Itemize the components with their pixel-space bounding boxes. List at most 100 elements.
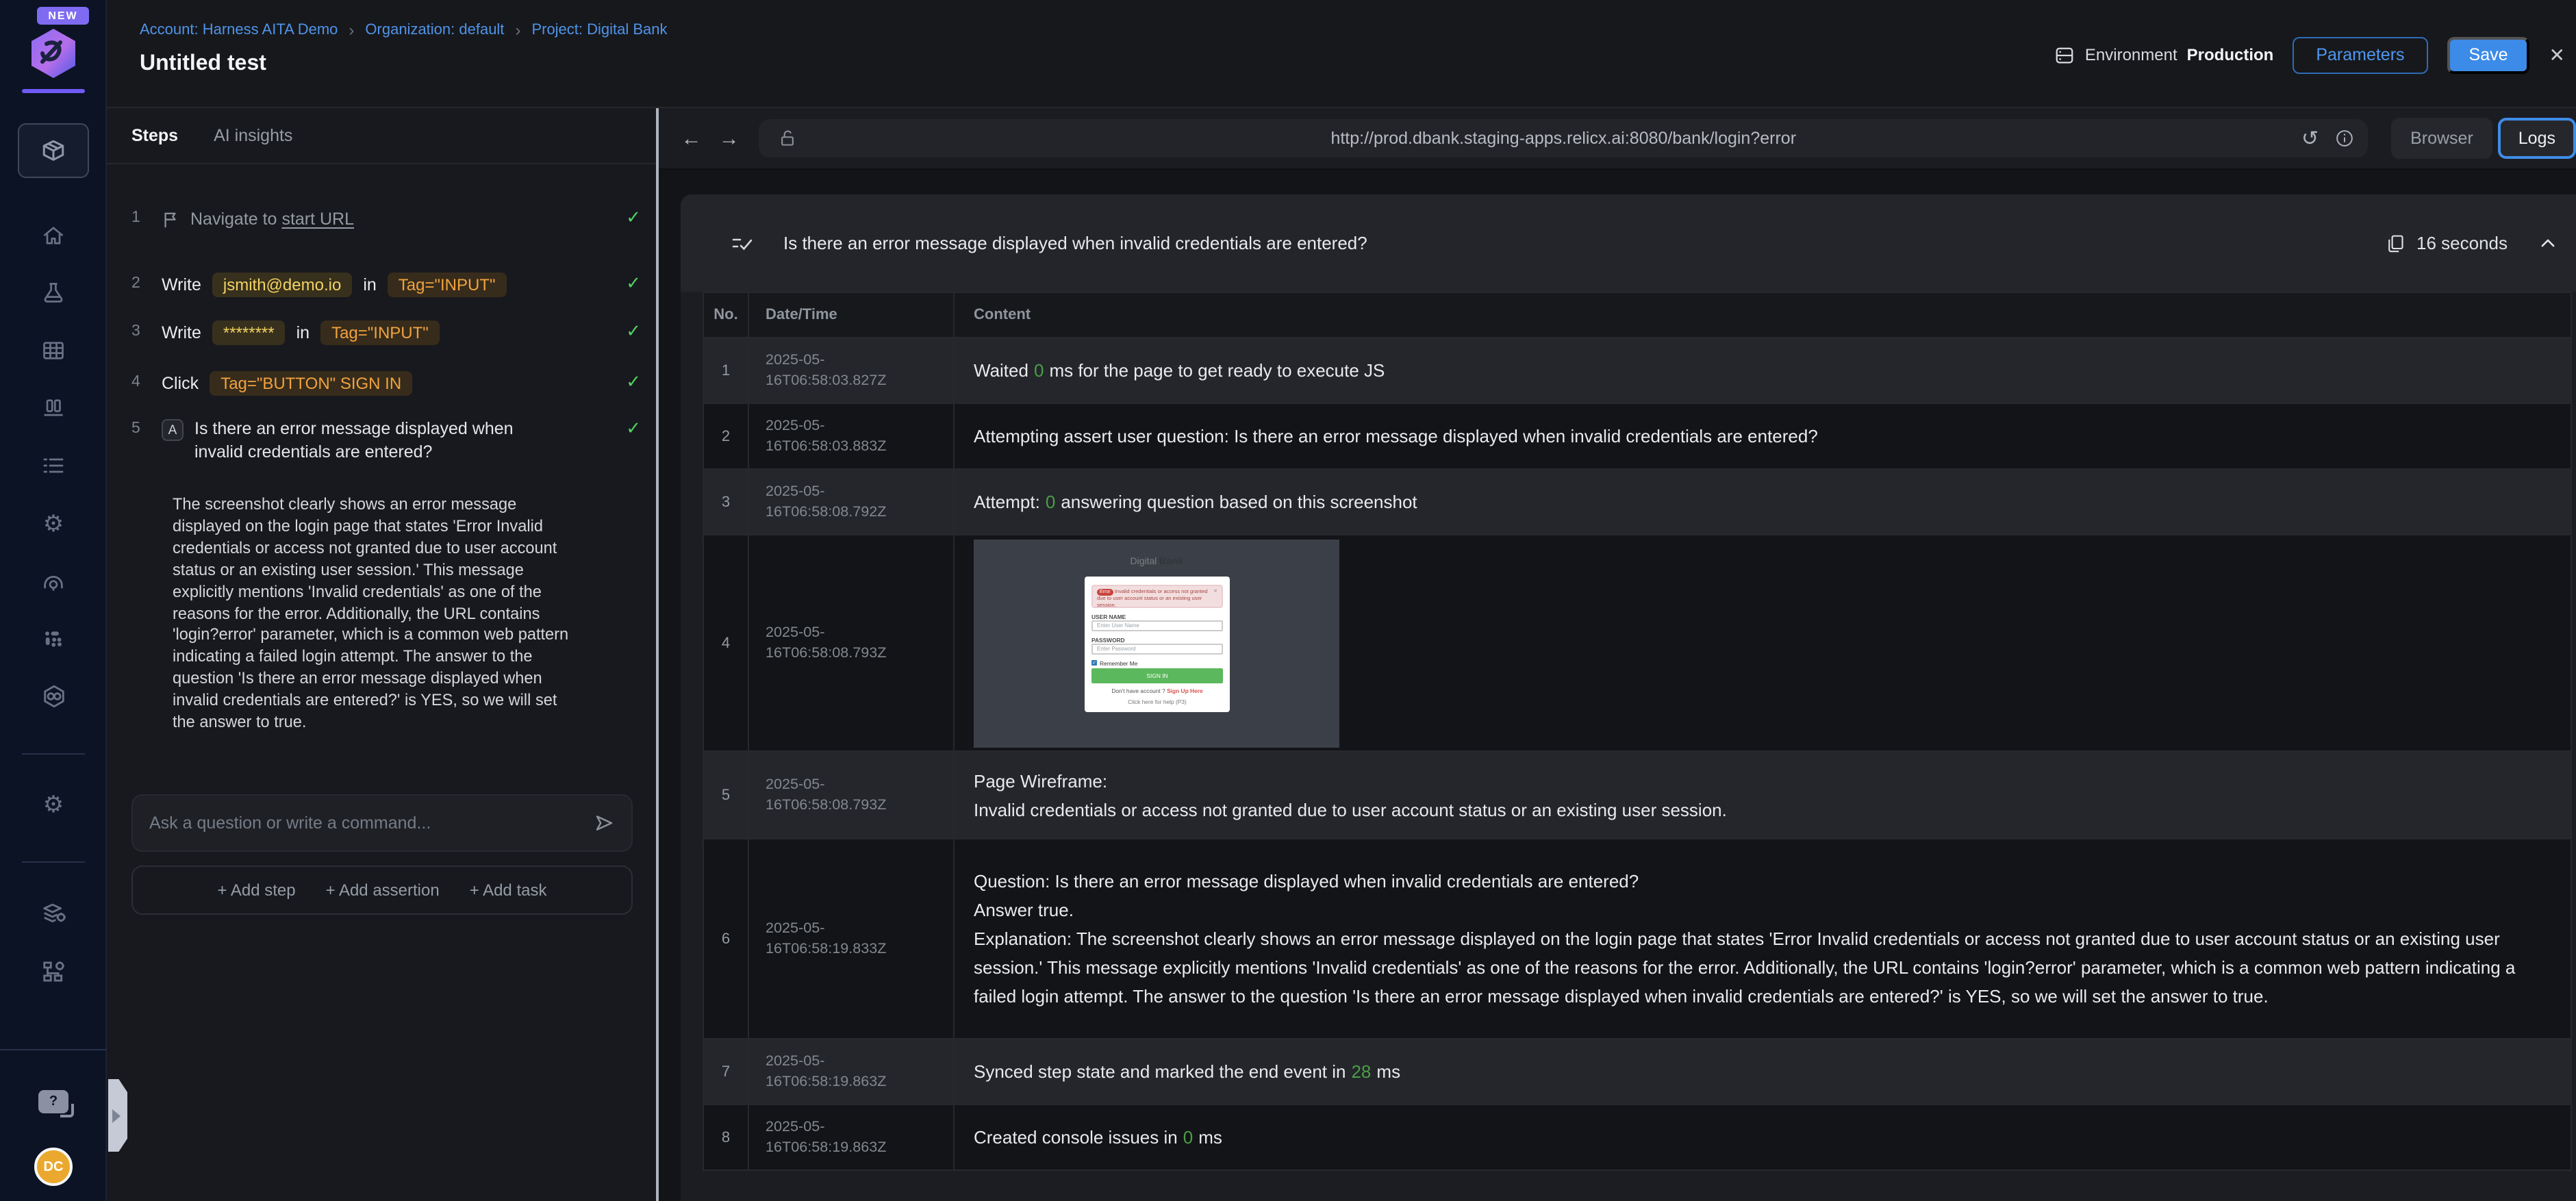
log-row-6[interactable]: 6 2025-05- 16T06:58:19.833Z Question: Is … xyxy=(704,839,2571,1039)
col-header-no: No. xyxy=(704,293,749,337)
mini-username-input: Enter User Name xyxy=(1091,620,1223,631)
add-task-button[interactable]: + Add task xyxy=(470,881,547,900)
flask-icon xyxy=(41,281,66,305)
row-no: 6 xyxy=(704,839,749,1038)
log-row-8[interactable]: 8 2025-05- 16T06:58:19.863Z Created conso… xyxy=(704,1105,2571,1171)
add-actions-row: + Add step + Add assertion + Add task xyxy=(131,865,633,915)
step-connector: in xyxy=(363,275,377,294)
breadcrumb-account[interactable]: Account: Harness AITA Demo xyxy=(140,22,338,38)
step-number: 1 xyxy=(131,210,140,226)
environment-selector[interactable]: Environment Production xyxy=(2055,45,2273,65)
close-icon[interactable]: ✕ xyxy=(2549,43,2565,66)
send-icon[interactable] xyxy=(593,812,615,834)
assertion-question: Is there an error message displayed when… xyxy=(194,419,514,462)
parameters-button[interactable]: Parameters xyxy=(2293,36,2428,73)
logs-panel: Is there an error message displayed when… xyxy=(681,194,2576,1201)
tab-ai-insights[interactable]: AI insights xyxy=(214,126,292,145)
flag-icon xyxy=(162,207,179,229)
save-button[interactable]: Save xyxy=(2447,36,2530,73)
url-bar[interactable]: http://prod.dbank.staging-apps.relicx.ai… xyxy=(759,119,2369,157)
sidebar-item-grid[interactable] xyxy=(0,330,107,371)
step-number: 4 xyxy=(131,374,140,390)
list-icon xyxy=(41,453,66,478)
sidebar-item-library[interactable] xyxy=(0,388,107,429)
sidebar-item-help-chat[interactable]: ? xyxy=(0,1080,107,1122)
sidebar-item-list[interactable] xyxy=(0,445,107,486)
col-header-datetime: Date/Time xyxy=(749,293,955,337)
assert-list-check-icon xyxy=(731,232,753,254)
breadcrumb-project[interactable]: Project: Digital Bank xyxy=(531,22,667,38)
log-row-1[interactable]: 1 2025-05- 16T06:58:03.827Z Waited 0 ms for… xyxy=(704,338,2571,404)
sidebar-item-home[interactable] xyxy=(0,215,107,256)
mini-help-text: Click here for help (P3) xyxy=(1128,698,1187,705)
mini-signup-text: Don't have account ? Sign Up Here xyxy=(1111,687,1203,694)
panel-expand-handle[interactable] xyxy=(108,1079,127,1152)
step-value-chip[interactable]: ******** xyxy=(212,320,286,345)
tab-browser-view[interactable]: Browser xyxy=(2391,118,2492,159)
log-row-2[interactable]: 2 2025-05- 16T06:58:03.883Z Attempting as… xyxy=(704,404,2571,470)
step-row-3[interactable]: 3 Write ******** in Tag="INPUT" ✓ xyxy=(131,320,641,345)
forward-icon[interactable]: → xyxy=(710,127,748,150)
log-row-5[interactable]: 5 2025-05- 16T06:58:08.793Z Page Wirefram… xyxy=(704,752,2571,839)
value-highlight: 0 xyxy=(1045,492,1056,512)
harness-logo-icon[interactable] xyxy=(26,26,81,81)
screenshot-thumbnail[interactable]: Digital Bank Error Invalid credentials o… xyxy=(974,539,1339,747)
tab-logs-view[interactable]: Logs xyxy=(2497,118,2576,159)
chevron-up-icon[interactable] xyxy=(2539,234,2557,252)
log-question-text: Is there an error message displayed when… xyxy=(783,233,1367,253)
log-row-7[interactable]: 7 2025-05- 16T06:58:19.863Z Synced step s… xyxy=(704,1039,2571,1105)
expand-arrow-icon xyxy=(112,1109,121,1122)
step-row-5[interactable]: 5 A Is there an error message displayed … xyxy=(131,418,641,464)
tab-steps[interactable]: Steps xyxy=(131,126,178,145)
row-datetime: 2025-05- 16T06:58:19.833Z xyxy=(749,839,955,1038)
sidebar-divider-accent xyxy=(22,89,85,93)
step-target-chip[interactable]: Tag="INPUT" xyxy=(320,320,440,345)
row-datetime: 2025-05- 16T06:58:08.793Z xyxy=(749,535,955,750)
mini-error-badge: Error xyxy=(1097,588,1113,595)
sidebar-item-pipelines[interactable] xyxy=(0,618,107,659)
top-header: Account: Harness AITA Demo › Organizatio… xyxy=(107,0,2576,108)
info-icon[interactable] xyxy=(2335,129,2354,148)
add-step-button[interactable]: + Add step xyxy=(218,881,296,900)
command-input[interactable] xyxy=(149,813,593,833)
sidebar-item-account-settings[interactable]: ⚙ xyxy=(0,783,107,824)
log-row-4[interactable]: 4 2025-05- 16T06:58:08.793Z Digital Bank … xyxy=(704,535,2571,752)
start-url-link[interactable]: start URL xyxy=(281,210,354,229)
cube-icon xyxy=(40,137,67,164)
row-no: 1 xyxy=(704,338,749,403)
back-icon[interactable]: ← xyxy=(672,127,710,150)
reload-icon[interactable]: ↺ xyxy=(2301,126,2319,151)
url-text[interactable]: http://prod.dbank.staging-apps.relicx.ai… xyxy=(1330,129,1796,148)
mini-close-icon: × xyxy=(1213,587,1217,595)
sidebar-item-org-settings[interactable] xyxy=(0,950,107,991)
breadcrumb-organization[interactable]: Organization: default xyxy=(365,22,504,38)
row-datetime: 2025-05- 16T06:58:03.827Z xyxy=(749,338,955,403)
sidebar-item-settings[interactable]: ⚙ xyxy=(0,503,107,544)
step-target-chip[interactable]: Tag="INPUT" xyxy=(387,273,507,297)
col-header-content: Content xyxy=(974,307,1031,323)
sidebar-item-support[interactable] xyxy=(0,560,107,601)
step-row-1[interactable]: 1 Navigate to start URL ✓ xyxy=(131,207,641,229)
copy-icon[interactable] xyxy=(2385,233,2404,253)
command-input-box xyxy=(131,794,633,852)
mini-password-label: PASSWORD xyxy=(1091,636,1125,643)
value-highlight: 28 xyxy=(1351,1061,1372,1082)
sidebar-item-module-selected[interactable] xyxy=(18,123,89,178)
panel-splitter[interactable] xyxy=(656,108,659,1201)
log-row-3[interactable]: 3 2025-05- 16T06:58:08.792Z Attempt: 0 answ… xyxy=(704,470,2571,535)
step-row-4[interactable]: 4 Click Tag="BUTTON" SIGN IN ✓ xyxy=(131,371,641,396)
sidebar-item-cicd[interactable] xyxy=(0,675,107,716)
user-avatar[interactable]: DC xyxy=(34,1148,73,1186)
sidebar-item-lab[interactable] xyxy=(0,273,107,314)
add-assertion-button[interactable]: + Add assertion xyxy=(326,881,440,900)
hard-drive-icon xyxy=(2055,45,2075,65)
sidebar-item-project-settings[interactable] xyxy=(0,892,107,933)
step-row-2[interactable]: 2 Write jsmith@demo.io in Tag="INPUT" ✓ xyxy=(131,273,641,297)
step-target-chip[interactable]: Tag="BUTTON" SIGN IN xyxy=(210,371,413,396)
url-actions: ↺ xyxy=(2301,119,2354,157)
step-value-chip[interactable]: jsmith@demo.io xyxy=(212,273,353,297)
chat-question-icon: ? xyxy=(38,1089,74,1117)
log-question-header[interactable]: Is there an error message displayed when… xyxy=(681,194,2576,292)
row-no: 2 xyxy=(704,404,749,468)
lock-open-icon xyxy=(778,129,797,148)
